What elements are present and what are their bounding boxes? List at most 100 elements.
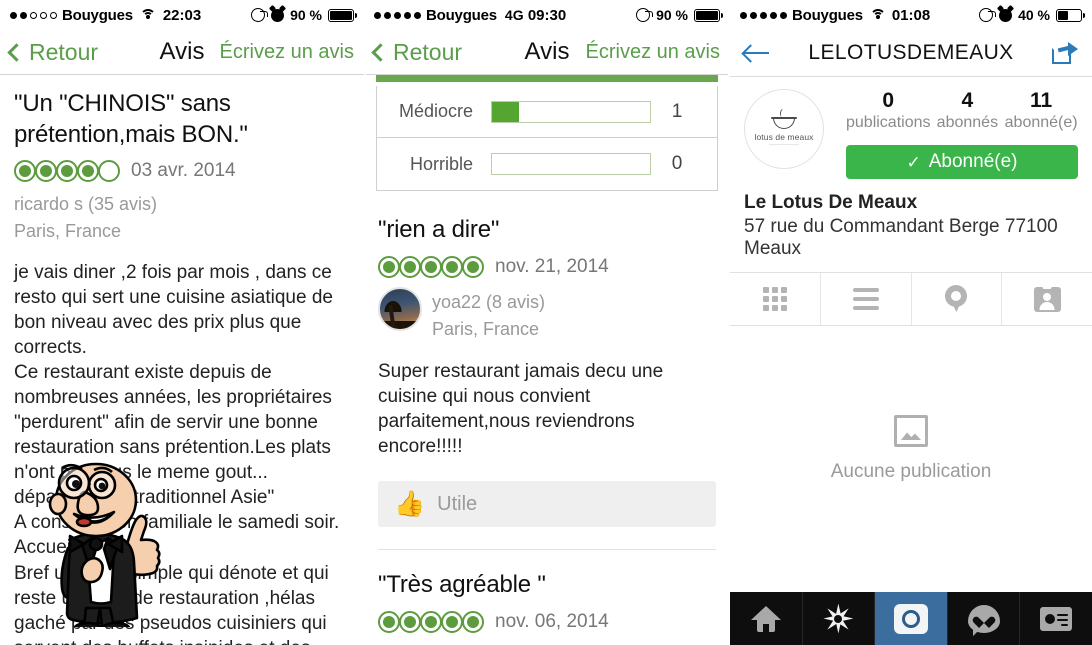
tab-list[interactable]	[821, 273, 912, 326]
grid-icon	[762, 287, 787, 312]
panel-instagram-profile: Bouygues 01:08 40 % LELOTUSDEMEAUX lotus…	[730, 0, 1092, 645]
avatar[interactable]	[378, 286, 422, 331]
write-review-button[interactable]: Écrivez un avis	[220, 41, 355, 64]
rating-histogram: Médiocre 1 Horrible 0	[376, 86, 718, 191]
profile-avatar[interactable]: lotus de meaux	[744, 89, 824, 169]
avatar-brand-text: lotus de meaux	[754, 131, 814, 142]
tab-tagged[interactable]	[1002, 273, 1092, 325]
back-button-label: Retour	[29, 38, 99, 65]
histogram-row[interactable]: Médiocre 1	[377, 86, 717, 138]
write-review-button[interactable]: Écrivez un avis	[586, 41, 721, 64]
instagram-screen: Bouygues 01:08 40 % LELOTUSDEMEAUX lotus…	[730, 0, 1092, 645]
histogram-row-count: 0	[671, 153, 683, 174]
review-meta: nov. 06, 2014	[378, 610, 716, 633]
stat-label: abonné(e)	[1004, 114, 1078, 132]
navigation-bar: Retour Avis Écrivez un avis	[0, 30, 364, 74]
nav-home[interactable]	[730, 592, 803, 645]
review-title: "rien a dire"	[378, 216, 500, 243]
status-bar-right: 40 %	[979, 7, 1085, 23]
stat-value: 0	[882, 89, 895, 112]
tagged-photos-icon	[1033, 284, 1061, 312]
profile-stats-section: 0 publications 4 abonnés 11 abonné(e) ✓ …	[824, 89, 1078, 180]
review-title: "Un "CHINOIS" sans prétention,mais BON."	[14, 90, 248, 148]
profile-username-title: LELOTUSDEMEAUX	[808, 41, 1014, 64]
battery-icon	[328, 8, 357, 22]
status-bar: Bouygues 22:03 90 %	[0, 0, 364, 30]
stat-label: abonnés	[936, 114, 999, 132]
rating-bubbles	[378, 610, 484, 633]
screenshot-stage: Bouygues 22:03 90 % Retour Avis Écrivez …	[0, 0, 1092, 645]
nav-explore[interactable]	[803, 592, 876, 645]
histogram-row-bar	[491, 100, 651, 123]
stat-publications[interactable]: 0 publications	[846, 89, 931, 132]
nav-activity[interactable]	[948, 592, 1021, 645]
review-author-row: yoa22 (8 avis) Paris, France	[378, 286, 716, 343]
profile-stats: 0 publications 4 abonnés 11 abonné(e)	[846, 89, 1078, 132]
histogram-row-bar	[491, 153, 651, 175]
explore-star-icon	[823, 604, 853, 634]
histogram-row-label: Horrible	[409, 153, 473, 174]
battery-icon	[694, 8, 723, 22]
review-body: Super restaurant jamais decu une cuisine…	[378, 360, 664, 457]
tab-grid[interactable]	[730, 273, 821, 326]
check-icon: ✓	[906, 152, 921, 172]
photo-placeholder-icon	[894, 415, 928, 448]
review-date: nov. 06, 2014	[495, 610, 609, 632]
battery-percent-label: 40 %	[1018, 7, 1050, 23]
tab-map[interactable]	[912, 273, 1003, 326]
rating-bubbles	[378, 255, 484, 278]
navigation-bar: Retour Avis Écrivez un avis	[364, 30, 730, 74]
histogram-row[interactable]: Horrible 0	[377, 138, 717, 190]
empty-state-label: Aucune publication	[830, 461, 992, 483]
rating-bubbles	[14, 160, 120, 183]
battery-icon	[1056, 8, 1085, 22]
arrow-left-icon[interactable]	[744, 43, 770, 63]
review-meta: 03 avr. 2014	[14, 160, 350, 183]
review-card[interactable]: "Très agréable " nov. 06, 2014	[364, 550, 730, 633]
helpful-button[interactable]: 👍 Utile	[378, 481, 716, 528]
share-icon[interactable]	[1052, 42, 1078, 64]
histogram-row-label: Médiocre	[398, 101, 473, 121]
empty-state: Aucune publication	[730, 326, 1092, 592]
chevron-left-icon	[371, 42, 390, 62]
review-author-location: Paris, France	[14, 220, 122, 241]
status-bar-right: 90 %	[251, 7, 357, 23]
review-title: "Très agréable "	[378, 571, 546, 599]
review-body: je vais diner ,2 fois par mois , dans ce…	[14, 261, 340, 645]
nav-camera[interactable]	[875, 592, 948, 645]
review-author-name: yoa22 (8 avis)	[432, 291, 546, 312]
list-icon	[852, 288, 879, 311]
avatar-underline	[769, 143, 799, 145]
review-card[interactable]: "rien a dire" nov. 21, 2014 yoa22 (8 avi…	[364, 191, 730, 459]
back-button[interactable]: Retour	[371, 38, 463, 66]
review-author: ricardo s (35 avis) Paris, France	[14, 191, 350, 243]
back-button[interactable]: Retour	[7, 38, 99, 66]
review-detail: "Un "CHINOIS" sans prétention,mais BON."…	[0, 75, 364, 645]
profile-address: 57 rue du Commandant Berge 77100 Meaux	[744, 216, 1058, 260]
rotation-lock-icon	[251, 8, 269, 22]
chevron-left-icon	[7, 42, 26, 62]
histogram-row-count: 1	[671, 100, 683, 122]
activity-heart-icon	[967, 604, 1000, 637]
battery-percent-label: 90 %	[656, 7, 688, 23]
stat-value: 11	[1030, 89, 1053, 112]
follow-button-label: Abonné(e)	[928, 151, 1018, 173]
stat-following[interactable]: 11 abonné(e)	[1004, 89, 1078, 132]
alarm-clock-icon	[999, 8, 1013, 22]
back-button-label: Retour	[393, 38, 463, 65]
bottom-navigation	[730, 592, 1092, 645]
follow-button[interactable]: ✓ Abonné(e)	[846, 145, 1078, 180]
status-bar: Bouygues 01:08 40 %	[730, 0, 1092, 30]
profile-card-icon	[1040, 606, 1073, 631]
stat-followers[interactable]: 4 abonnés	[931, 89, 1005, 132]
home-icon	[750, 605, 781, 632]
status-bar: Bouygues 4G 09:30 90 %	[364, 0, 730, 30]
nav-profile[interactable]	[1020, 592, 1092, 645]
location-pin-icon	[945, 285, 968, 313]
rating-bar-cutoff	[376, 75, 718, 82]
panel-separator	[364, 0, 366, 645]
panel-separator	[728, 0, 730, 645]
rotation-lock-icon	[636, 8, 654, 22]
profile-display-name: Le Lotus De Meaux	[744, 192, 918, 214]
panel-tripadvisor-review-detail: Bouygues 22:03 90 % Retour Avis Écrivez …	[0, 0, 364, 645]
